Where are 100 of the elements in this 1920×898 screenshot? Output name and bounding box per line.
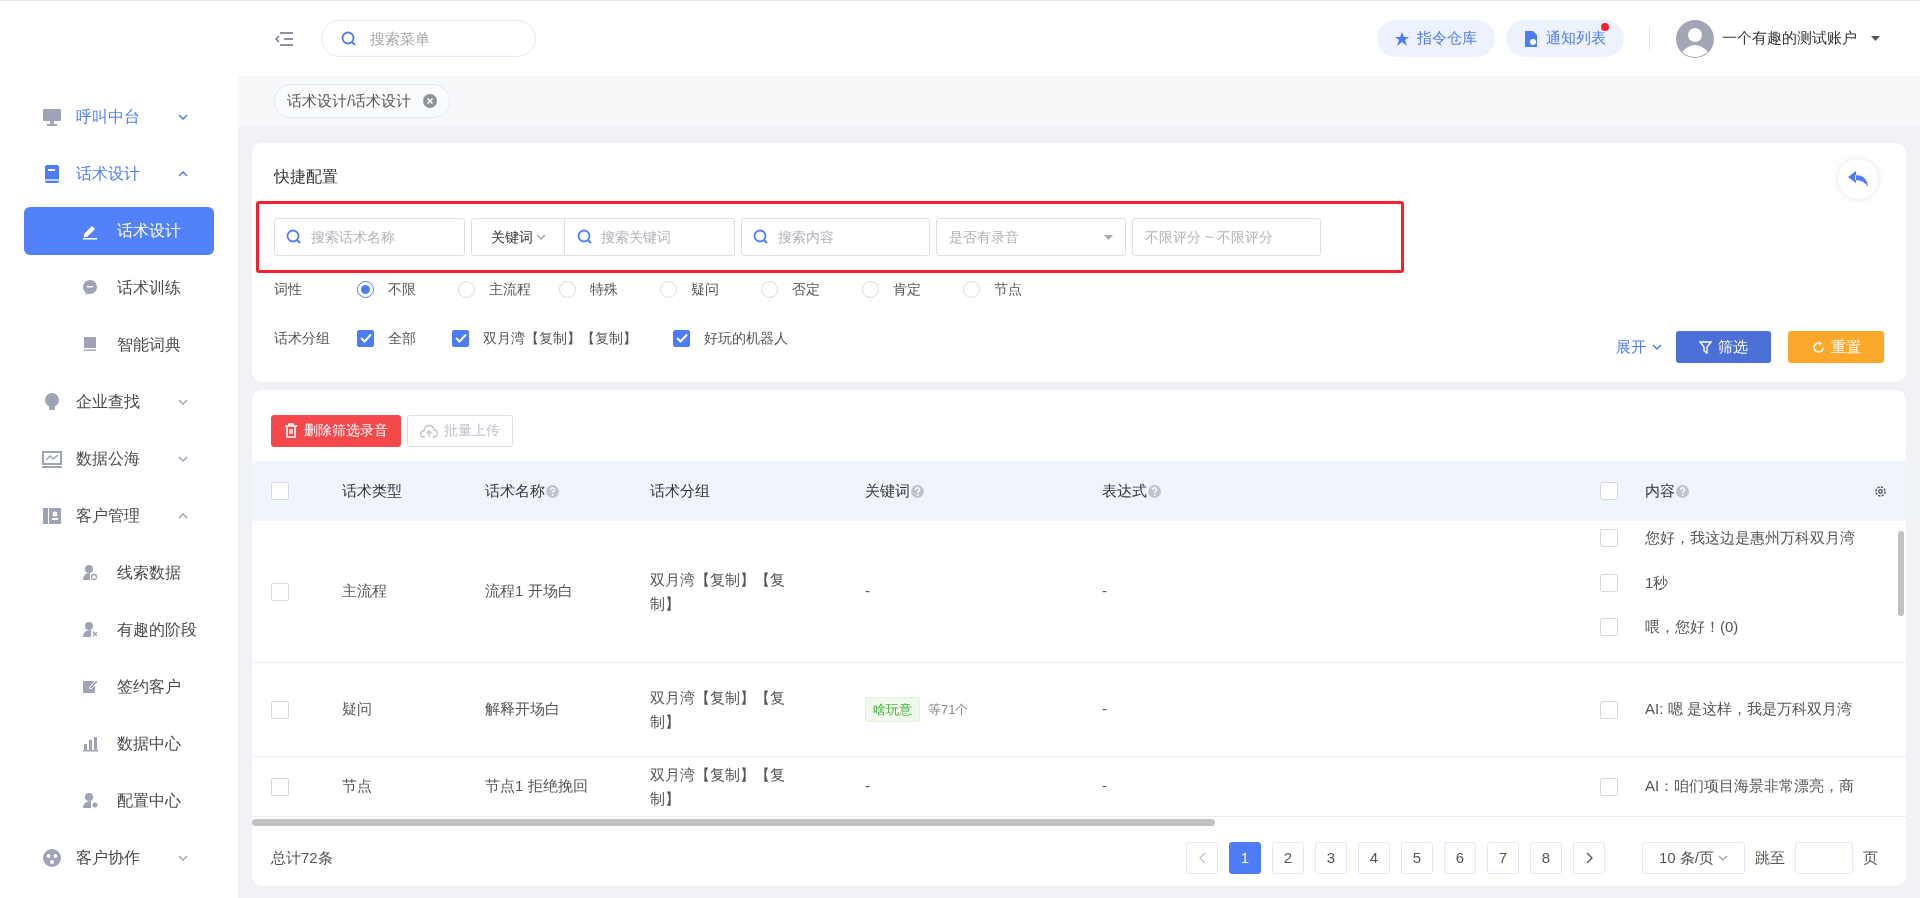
sidebar-subitem[interactable]: 智能词典 bbox=[24, 320, 214, 369]
table-cell-text: 主流程 bbox=[342, 581, 387, 602]
radio-option[interactable]: 主流程 bbox=[458, 278, 559, 300]
delete-button[interactable]: 删除筛选录音 bbox=[271, 414, 401, 447]
document-icon bbox=[1524, 30, 1538, 47]
help-icon bbox=[1676, 484, 1689, 498]
sidebar-subitem[interactable]: 话术训练 bbox=[24, 263, 214, 312]
page-unit-label: 页 bbox=[1863, 847, 1878, 868]
column-header: 话术名称 bbox=[485, 479, 559, 503]
jump-label: 跳至 bbox=[1755, 847, 1785, 868]
caret-down-icon bbox=[1871, 36, 1880, 41]
total-count: 总计72条 bbox=[271, 847, 333, 868]
checkbox-option[interactable]: 双月湾【复制】【复制】 bbox=[452, 327, 637, 349]
chevron-down-icon bbox=[178, 113, 188, 120]
help-icon bbox=[1148, 484, 1161, 498]
checkbox-option[interactable]: 全部 bbox=[357, 327, 416, 349]
sidebar-item[interactable]: 话术设计 bbox=[0, 145, 238, 202]
chevron-up-icon bbox=[178, 512, 188, 519]
expand-link[interactable]: 展开 bbox=[1616, 335, 1662, 359]
sidebar-item[interactable]: 呼叫中台 bbox=[0, 88, 238, 145]
funnel-icon bbox=[1699, 340, 1712, 354]
search-field[interactable]: 搜索话术名称 bbox=[274, 218, 465, 256]
page-button[interactable]: 3 bbox=[1315, 842, 1347, 874]
table-cell-text: 您好，我这边是惠州万科双月湾 bbox=[1645, 528, 1856, 548]
page-button[interactable]: 1 bbox=[1229, 842, 1261, 874]
user-menu[interactable]: 一个有趣的测试账户 bbox=[1722, 27, 1880, 50]
radio-option[interactable]: 不限 bbox=[357, 278, 458, 300]
search-field[interactable]: 搜索内容 bbox=[741, 218, 930, 256]
sidebar-subitem[interactable]: 话术设计 bbox=[24, 206, 214, 255]
radio-option[interactable]: 特殊 bbox=[559, 278, 660, 300]
page-button[interactable]: 6 bbox=[1444, 842, 1476, 874]
table-cell-text: - bbox=[1102, 776, 1107, 797]
table-cell-text: 节点1 拒绝挽回 bbox=[485, 776, 588, 797]
table-cell-text: AI: 嗯 是这样，我是万科双月湾 bbox=[1645, 699, 1853, 720]
back-button[interactable] bbox=[1838, 159, 1878, 199]
checkbox[interactable] bbox=[452, 329, 469, 347]
checkbox[interactable] bbox=[673, 329, 690, 347]
table-cell-text: - bbox=[865, 581, 870, 602]
filter-button[interactable]: 筛选 bbox=[1676, 331, 1771, 363]
column-header: 关键词 bbox=[865, 479, 924, 503]
search-field[interactable]: 搜索关键词 bbox=[565, 218, 735, 256]
bar-chart-icon bbox=[81, 734, 99, 753]
cloud-upload-icon bbox=[420, 423, 438, 438]
sidebar-subitem[interactable]: 签约客户 bbox=[24, 662, 214, 711]
chevron-right-icon bbox=[1585, 852, 1593, 864]
sidebar-subitem[interactable]: 线索数据 bbox=[24, 548, 214, 597]
table-cell-text: 双月湾【复制】【复制】 bbox=[650, 764, 786, 809]
menu-collapse-icon bbox=[274, 30, 294, 47]
radio-option[interactable]: 节点 bbox=[963, 278, 1064, 300]
settings-icon bbox=[1873, 483, 1888, 499]
header-button[interactable]: 指令仓库 bbox=[1377, 20, 1495, 57]
page-button[interactable]: 8 bbox=[1530, 842, 1562, 874]
rating-range-field[interactable]: 不限评分 ~ 不限评分 bbox=[1132, 218, 1321, 256]
sidebar-subitem[interactable]: 有趣的阶段 bbox=[24, 605, 214, 654]
page-size-select[interactable]: 10 条/页 bbox=[1642, 842, 1745, 874]
table-cell-text: 节点 bbox=[342, 776, 372, 797]
help-icon bbox=[546, 484, 559, 498]
column-header: 话术类型 bbox=[342, 480, 402, 501]
radio-option[interactable]: 肯定 bbox=[862, 278, 963, 300]
chevron-down-icon bbox=[178, 455, 188, 462]
chart-icon bbox=[42, 448, 62, 469]
chevron-down-icon bbox=[535, 234, 546, 240]
table-cell-text: - bbox=[1102, 581, 1107, 602]
menu-search-field[interactable]: 搜索菜单 bbox=[321, 20, 536, 57]
page-button[interactable]: 4 bbox=[1358, 842, 1390, 874]
radio-option[interactable]: 否定 bbox=[761, 278, 862, 300]
more-count: 等71个 bbox=[928, 700, 969, 719]
page-button[interactable]: 2 bbox=[1272, 842, 1304, 874]
page-button[interactable]: 5 bbox=[1401, 842, 1433, 874]
book-icon bbox=[42, 163, 62, 184]
user-search-icon bbox=[81, 563, 99, 582]
checkbox-option[interactable]: 好玩的机器人 bbox=[673, 327, 788, 349]
header-button[interactable]: 通知列表 bbox=[1506, 20, 1624, 57]
sidebar-item[interactable]: 企业查找 bbox=[0, 373, 238, 430]
sidebar-item[interactable]: 客户协作 bbox=[0, 829, 238, 886]
star-icon bbox=[1395, 31, 1409, 46]
search-icon bbox=[577, 229, 593, 245]
chevron-down-icon bbox=[1652, 344, 1662, 350]
keyword-mode-select[interactable]: 关键词 bbox=[471, 218, 565, 256]
table-cell-text: 1秒 bbox=[1645, 572, 1670, 593]
palette-icon bbox=[42, 847, 62, 868]
sidebar-item[interactable]: 数据公海 bbox=[0, 430, 238, 487]
table-cell-text: 双月湾【复制】【复制】 bbox=[650, 687, 786, 732]
refresh-icon bbox=[1811, 340, 1825, 354]
sidebar-subitem[interactable]: 数据中心 bbox=[24, 719, 214, 768]
page-tab[interactable]: 话术设计/话术设计 bbox=[274, 84, 451, 118]
avatar-icon bbox=[1676, 19, 1714, 58]
page-jump-field[interactable] bbox=[1795, 842, 1853, 874]
next-page-button[interactable] bbox=[1573, 842, 1605, 874]
chat-bubble-icon bbox=[81, 278, 99, 297]
table-cell-text: - bbox=[865, 776, 870, 797]
page-button[interactable]: 7 bbox=[1487, 842, 1519, 874]
sidebar-subitem[interactable]: 配置中心 bbox=[24, 776, 214, 825]
keyword-tag: 啥玩意 bbox=[865, 696, 920, 723]
sidebar-item[interactable]: 客户管理 bbox=[0, 487, 238, 544]
table-cell-text: 双月湾【复制】【复制】 bbox=[650, 569, 786, 614]
radio-option[interactable]: 疑问 bbox=[660, 278, 761, 300]
checkbox[interactable] bbox=[357, 329, 374, 347]
column-header: 内容 bbox=[1645, 479, 1689, 503]
settings-button[interactable] bbox=[1873, 483, 1888, 499]
